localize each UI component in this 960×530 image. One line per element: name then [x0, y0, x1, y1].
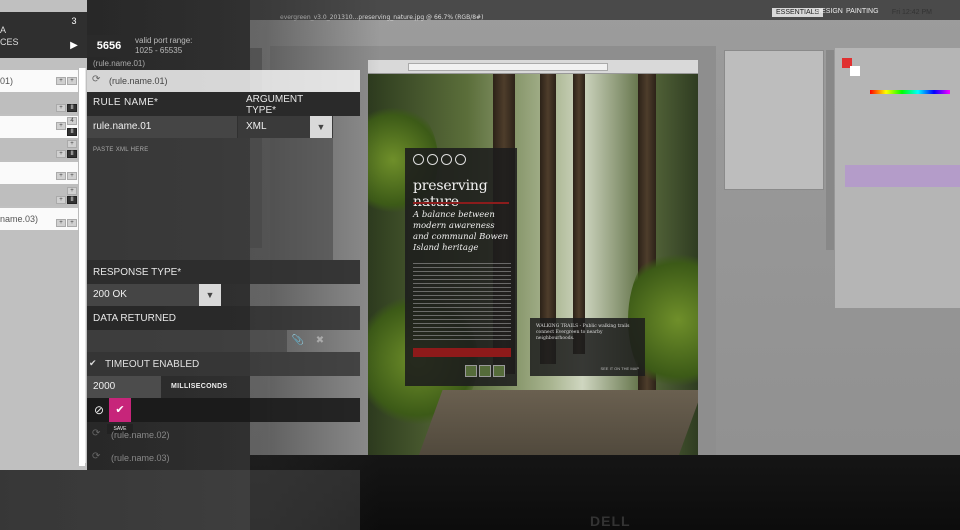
refresh-icon[interactable]: ⟳	[92, 451, 100, 462]
list-count-badge: 3	[71, 16, 77, 26]
bottom-fade	[0, 470, 360, 530]
trail-info-card: WALKING TRAILS - Public walking trails c…	[530, 318, 645, 376]
pause-icon[interactable]: II	[67, 128, 77, 136]
timeout-enabled-label: TIMEOUT ENABLED	[105, 359, 200, 370]
port-rule-caption: (rule.name.01)	[93, 59, 146, 68]
rules-list-panel: A CES 3 ▶ 01) name.03) + + + II + 4 II +…	[0, 0, 87, 470]
plus-icon[interactable]: +	[56, 104, 66, 112]
data-returned-label: DATA RETURNED	[93, 313, 176, 324]
system-clock: Fri 12:42 PM	[891, 9, 932, 16]
pause-icon[interactable]: II	[67, 150, 77, 158]
response-type-value[interactable]: 200 OK	[93, 289, 127, 300]
trail-map-link: SEE IT ON THE MAP	[600, 366, 639, 371]
argument-type-value[interactable]: XML	[246, 121, 267, 132]
chevron-down-icon[interactable]: ▼	[310, 116, 332, 138]
port-range-hint: valid port range: 1025 - 65535	[135, 36, 193, 55]
data-returned-input[interactable]	[87, 330, 287, 352]
timeout-checkbox[interactable]: ✔	[89, 358, 99, 368]
rule-name-label: RULE NAME*	[93, 97, 159, 108]
rule-name-input[interactable]: rule.name.01	[93, 121, 151, 132]
site-body-text	[413, 263, 511, 343]
photoshop-info-panel	[724, 50, 824, 190]
plus-icon[interactable]: +	[56, 196, 66, 204]
chevron-down-icon[interactable]: ▼	[199, 284, 221, 306]
refresh-icon[interactable]: ⟳	[92, 74, 100, 85]
count-badge-4: 4	[67, 117, 77, 125]
browser-address-bar	[408, 63, 608, 71]
clear-icon[interactable]: ✖	[311, 332, 329, 350]
port-input[interactable]: 5656	[87, 35, 131, 57]
play-icon[interactable]: ▶	[64, 36, 84, 56]
plus-icon[interactable]: +	[67, 77, 77, 85]
xml-textarea[interactable]	[87, 138, 333, 260]
pause-icon[interactable]: II	[67, 104, 77, 112]
plus-icon[interactable]: +	[67, 219, 77, 227]
save-button[interactable]: ✔	[109, 398, 131, 422]
site-nav-icons	[413, 154, 466, 165]
screenshot-stage: evergreen_v3.0_201310...preserving_natur…	[0, 0, 960, 530]
trail-text: WALKING TRAILS - Public walking trails c…	[536, 324, 630, 341]
plus-icon[interactable]: +	[56, 77, 66, 85]
tree-trunk	[573, 74, 585, 354]
plus-icon[interactable]: +	[67, 187, 77, 195]
pause-icon[interactable]: II	[67, 196, 77, 204]
site-thumbnails	[465, 365, 505, 377]
site-cta-button	[413, 348, 511, 357]
argument-type-label: ARGUMENT TYPE*	[246, 94, 304, 116]
menu-design: DESIGN	[816, 8, 843, 15]
menu-painting: PAINTING	[846, 8, 879, 15]
rule-list-item[interactable]: (rule.name.02)	[111, 430, 170, 440]
rule-editor: 5656 valid port range: 1025 - 65535 (rul…	[87, 0, 360, 470]
plus-icon[interactable]: +	[67, 140, 77, 148]
plus-icon[interactable]: +	[56, 150, 66, 158]
site-intro-panel: preserving nature A balance between mode…	[405, 148, 517, 386]
timeout-unit-label: MILLISECONDS	[171, 383, 228, 390]
bezel-logo: DELL	[590, 513, 631, 529]
plus-icon[interactable]: +	[67, 172, 77, 180]
color-ramp	[870, 90, 950, 94]
forest-path	[413, 390, 698, 460]
timeout-input[interactable]: 2000	[93, 381, 115, 392]
cancel-icon[interactable]: ⊘	[89, 400, 109, 420]
plus-icon[interactable]: +	[56, 219, 66, 227]
site-divider	[413, 202, 509, 204]
active-rule-label: (rule.name.01)	[109, 76, 168, 86]
attach-icon[interactable]: 📎	[289, 332, 307, 350]
list-header-title: A CES	[0, 25, 19, 47]
site-headline: A balance between modern awareness and c…	[413, 210, 509, 253]
site-title: preserving nature	[413, 178, 488, 210]
plus-icon[interactable]: +	[56, 122, 66, 130]
photoshop-layer-background	[845, 165, 960, 187]
response-type-label: RESPONSE TYPE*	[93, 267, 182, 278]
photoshop-panel-strip	[826, 50, 834, 250]
list-scrollbar-thumb[interactable]	[79, 68, 85, 466]
plus-icon[interactable]: +	[56, 172, 66, 180]
rule-list-item[interactable]: (rule.name.03)	[111, 453, 170, 463]
background-swatch	[850, 66, 860, 76]
browser-chrome	[368, 60, 698, 74]
xml-placeholder: PASTE XML HERE	[93, 147, 149, 153]
refresh-icon[interactable]: ⟳	[92, 428, 100, 439]
